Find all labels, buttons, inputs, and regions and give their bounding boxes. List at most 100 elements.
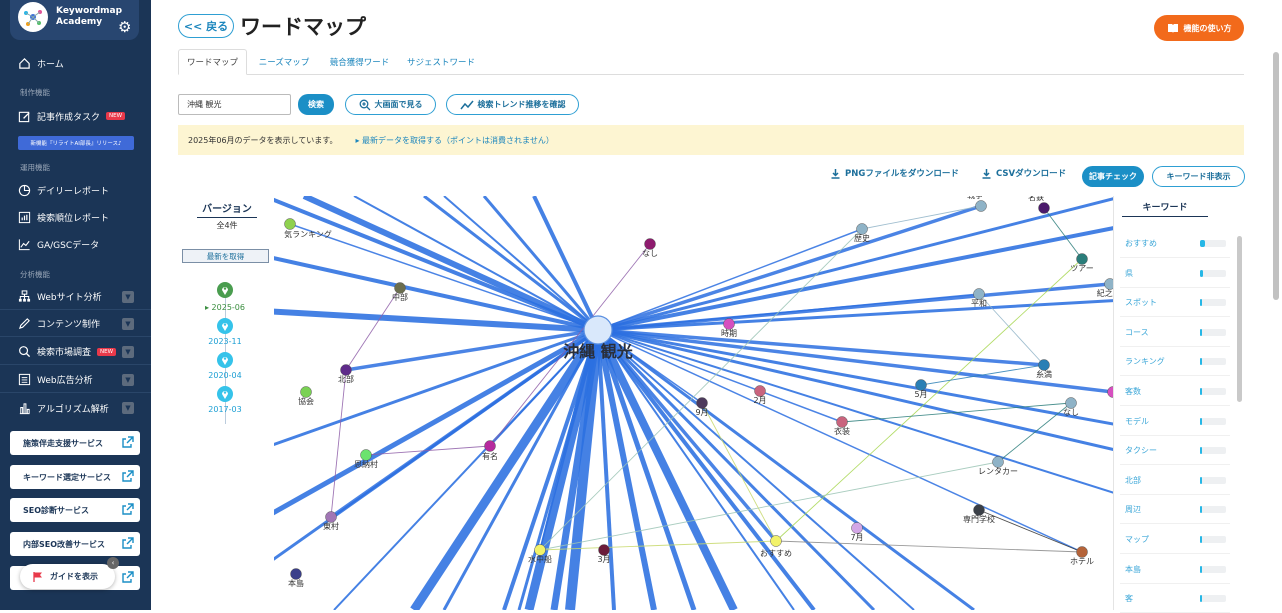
refresh-data-link[interactable]: ▸ 最新データを取得する（ポイントは消費されません）	[356, 135, 554, 146]
search-input[interactable]	[178, 94, 291, 115]
nav-algo-analysis[interactable]: アルゴリズム解析 ▼	[0, 395, 151, 421]
nav-content-create[interactable]: コンテンツ制作 ▼	[0, 311, 151, 337]
node-label[interactable]: 衣装	[834, 426, 850, 436]
node-circle[interactable]	[915, 379, 927, 391]
node-circle[interactable]	[300, 386, 312, 398]
node-circle[interactable]	[290, 568, 302, 580]
node-circle[interactable]	[856, 223, 868, 235]
keyword-item[interactable]: 本島	[1120, 556, 1230, 584]
node-label[interactable]: 本島	[288, 578, 304, 588]
tab-competitor[interactable]: 競合獲得ワード	[321, 49, 398, 75]
node-circle[interactable]	[534, 544, 546, 556]
csv-download-button[interactable]: CSVダウンロード	[981, 167, 1066, 179]
node-label[interactable]: 紀之 父	[1097, 288, 1113, 298]
node-circle[interactable]	[973, 504, 985, 516]
node-label[interactable]: 気ランキング	[284, 229, 332, 239]
guide-button[interactable]: ガイドを表示	[20, 564, 115, 589]
node-label[interactable]: 糸満	[1036, 369, 1052, 379]
node-circle[interactable]	[284, 218, 296, 230]
node-label[interactable]: 時期	[721, 329, 737, 338]
version-date[interactable]: 2017-03	[181, 405, 269, 414]
node-label[interactable]: 歴史	[854, 233, 870, 243]
node-label[interactable]: 戦争	[967, 196, 983, 200]
keyword-item[interactable]: おすすめ	[1120, 230, 1230, 258]
tab-suggest[interactable]: サジェストワード	[400, 49, 482, 75]
nav-home[interactable]: ホーム	[0, 50, 151, 76]
nav-daily-report[interactable]: デイリーレポート	[0, 177, 151, 203]
location-pin-icon[interactable]	[217, 386, 233, 402]
node-circle[interactable]	[770, 535, 782, 547]
nav-market-research[interactable]: 検索市場調査 NEW ▼	[0, 339, 151, 365]
png-download-button[interactable]: PNGファイルをダウンロード	[830, 167, 959, 179]
close-icon[interactable]: ‹	[107, 557, 119, 569]
keyword-item[interactable]: スポット	[1120, 289, 1230, 318]
keyword-item[interactable]: 県	[1120, 260, 1230, 288]
article-check-button[interactable]: 記事チェック	[1082, 166, 1144, 187]
node-label[interactable]: 有名	[482, 451, 498, 461]
keyword-item[interactable]: 周辺	[1120, 496, 1230, 525]
keyword-item[interactable]: モデル	[1120, 408, 1230, 436]
node-center[interactable]	[583, 315, 613, 345]
keyword-item[interactable]: コース	[1120, 319, 1230, 347]
howto-button[interactable]: 機能の使い方	[1154, 15, 1244, 41]
node-circle[interactable]	[484, 440, 496, 452]
node-circle[interactable]	[992, 456, 1004, 468]
keyword-item[interactable]: タクシー	[1120, 437, 1230, 466]
node-circle[interactable]	[851, 522, 863, 534]
service-link-support[interactable]: 施策伴走支援サービス	[10, 431, 140, 455]
node-label[interactable]: 東村	[323, 521, 339, 531]
search-button[interactable]: 検索	[298, 94, 334, 115]
chevron-down-icon[interactable]: ▼	[122, 317, 134, 330]
node-label[interactable]: 恩納村	[354, 459, 378, 469]
tab-wordmap[interactable]: ワードマップ	[178, 49, 247, 75]
node-label[interactable]: 7月	[850, 533, 863, 542]
node-circle[interactable]	[836, 416, 848, 428]
fullscreen-button[interactable]: 大画面で見る	[345, 94, 436, 115]
tab-needsmap[interactable]: ニーズマップ	[249, 49, 319, 75]
node-circle[interactable]	[1065, 397, 1077, 409]
back-button[interactable]: << 戻る	[178, 14, 234, 38]
word-map-svg[interactable]: 気ランキングなし 戦争 名鉄歴史ツアー紀之 父 中部平和時期北部協会 9月 5月 糸満 2月衣…	[274, 196, 1113, 610]
node-circle[interactable]	[723, 318, 735, 330]
word-map-graph[interactable]: 気ランキングなし 戦争 名鉄歴史ツアー紀之 父 中部平和時期北部協会 9月 5月 糸満 2月衣…	[274, 196, 1113, 610]
version-date[interactable]: 2020-04	[181, 371, 269, 380]
node-label[interactable]: なし	[642, 249, 658, 258]
nav-web-analysis[interactable]: Webサイト分析 ▼	[0, 284, 151, 310]
node-circle[interactable]	[1104, 278, 1114, 290]
nav-article-task[interactable]: 記事作成タスク NEW	[0, 103, 151, 129]
version-date[interactable]: 2023-11	[181, 337, 269, 346]
node-label[interactable]: ツアー	[1070, 264, 1094, 273]
keyword-item[interactable]: マップ	[1120, 526, 1230, 554]
keyword-item[interactable]: 北部	[1120, 467, 1230, 495]
node-circle[interactable]	[1076, 253, 1088, 265]
node-label[interactable]: 名鉄	[1028, 196, 1044, 202]
node-label[interactable]: 5月	[914, 390, 927, 399]
nav-ga-gsc[interactable]: GA/GSCデータ	[0, 231, 151, 257]
node-label[interactable]: 3月	[597, 555, 610, 564]
node-circle[interactable]	[325, 511, 337, 523]
node-circle[interactable]	[1038, 359, 1050, 371]
node-circle[interactable]	[598, 544, 610, 556]
version-date[interactable]: ▸ 2025-06	[181, 303, 269, 312]
nav-rank-report[interactable]: 検索順位レポート	[0, 204, 151, 230]
node-circle[interactable]	[973, 288, 985, 300]
node-label[interactable]: ホテル	[1070, 557, 1094, 566]
node-circle[interactable]	[975, 200, 987, 212]
node-label[interactable]: 2月	[753, 396, 766, 405]
keyword-item[interactable]: 客	[1120, 585, 1230, 613]
trend-button[interactable]: 検索トレンド推移を確認	[446, 94, 579, 115]
node-circle[interactable]	[360, 449, 372, 461]
gear-icon[interactable]: ⚙	[118, 18, 131, 36]
news-pill[interactable]: 新機能『リライトAI部長』リリース♪	[18, 136, 134, 150]
service-link-internal-seo[interactable]: 内部SEO改善サービス	[10, 532, 140, 556]
node-circle[interactable]	[340, 364, 352, 376]
fetch-latest-button[interactable]: 最新を取得	[182, 249, 269, 263]
node-circle[interactable]	[1038, 202, 1050, 214]
node-label[interactable]: レンタカー	[978, 467, 1018, 476]
node-label[interactable]: おすすめ	[760, 549, 792, 558]
node-circle[interactable]	[394, 282, 406, 294]
node-label[interactable]: 平和	[971, 299, 987, 308]
node-label[interactable]: 9月	[695, 408, 708, 417]
node-label[interactable]: 専門学校	[963, 514, 995, 524]
nav-ad-analysis[interactable]: Web広告分析 ▼	[0, 367, 151, 393]
